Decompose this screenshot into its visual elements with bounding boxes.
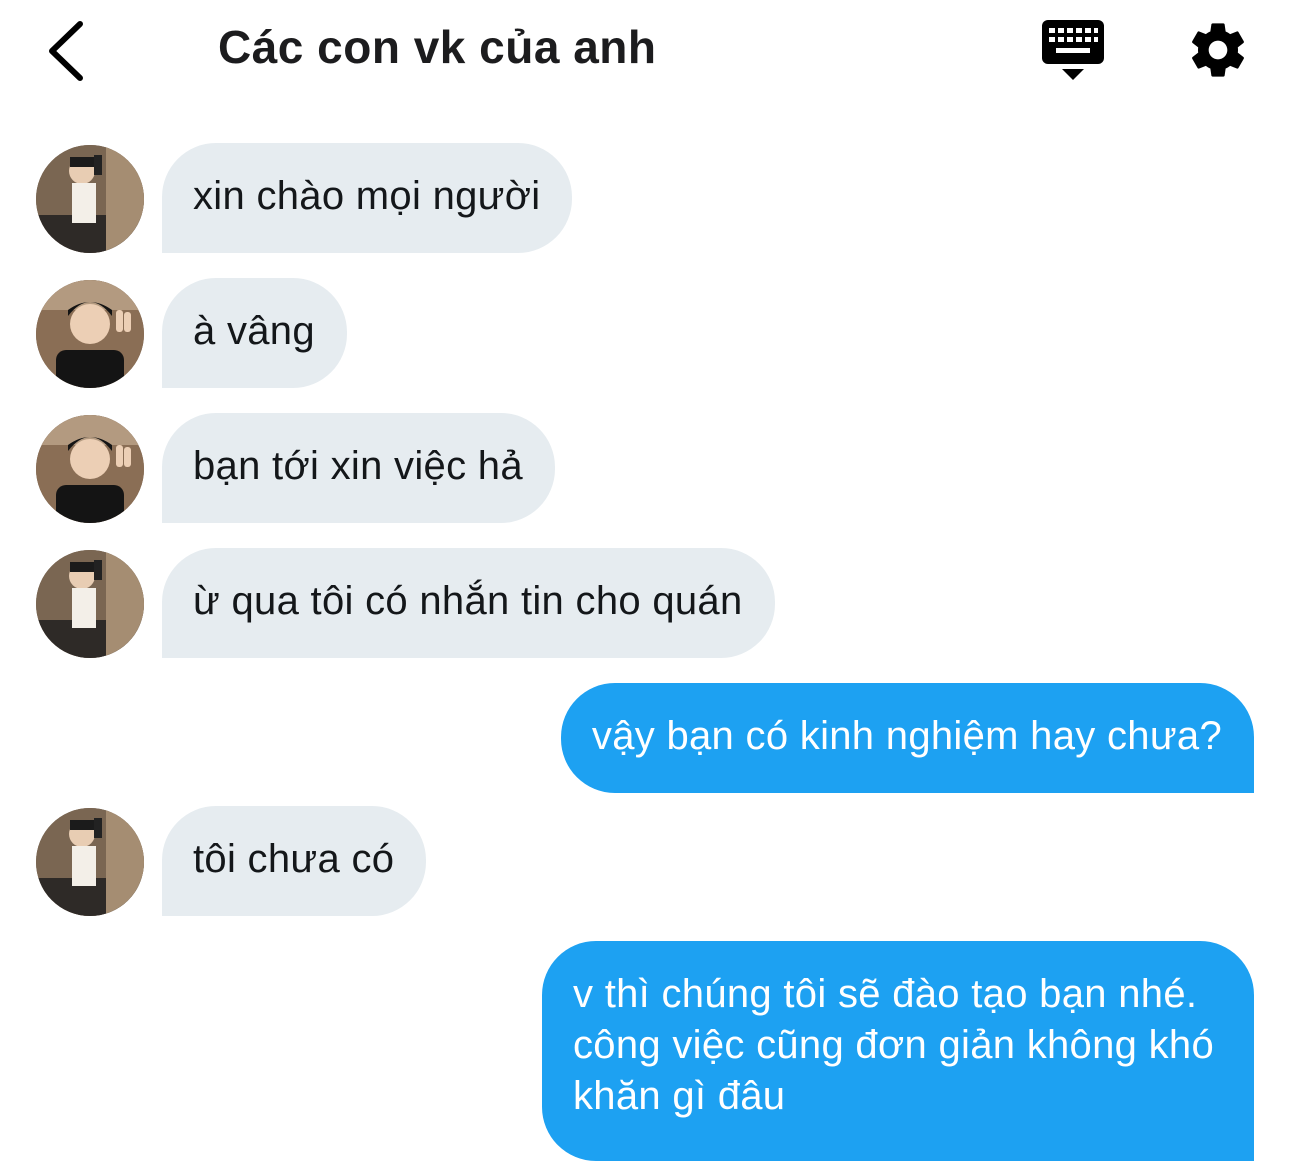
outgoing-message-bubble[interactable]: vậy bạn có kinh nghiệm hay chưa? (560, 683, 1254, 793)
message-line: v thì chúng tôi sẽ đào tạo bạn nhé. (572, 972, 1198, 1016)
avatar-mirror-selfie[interactable] (36, 808, 144, 916)
message-line: khăn gì đâu (572, 1074, 786, 1118)
incoming-message-bubble[interactable]: bạn tới xin việc hả (162, 413, 555, 523)
incoming-message-bubble[interactable]: à vâng (162, 278, 347, 388)
avatar-mirror-selfie[interactable] (36, 550, 144, 658)
outgoing-message-bubble[interactable]: v thì chúng tôi sẽ đào tạo bạn nhé. công… (541, 941, 1254, 1161)
avatar-mirror-selfie[interactable] (36, 145, 144, 253)
avatar-peace-sign[interactable] (36, 415, 144, 523)
incoming-message-bubble[interactable]: ừ qua tôi có nhắn tin cho quán (162, 548, 775, 658)
incoming-message-bubble[interactable]: tôi chưa có (162, 806, 427, 916)
message-line: công việc cũng đơn giản không khó (572, 1023, 1214, 1067)
incoming-message-bubble[interactable]: xin chào mọi người (162, 143, 573, 253)
message-thread: xin chào mọi người à vâng bạn tới xin vi… (0, 0, 1290, 1161)
avatar-peace-sign[interactable] (36, 280, 144, 388)
